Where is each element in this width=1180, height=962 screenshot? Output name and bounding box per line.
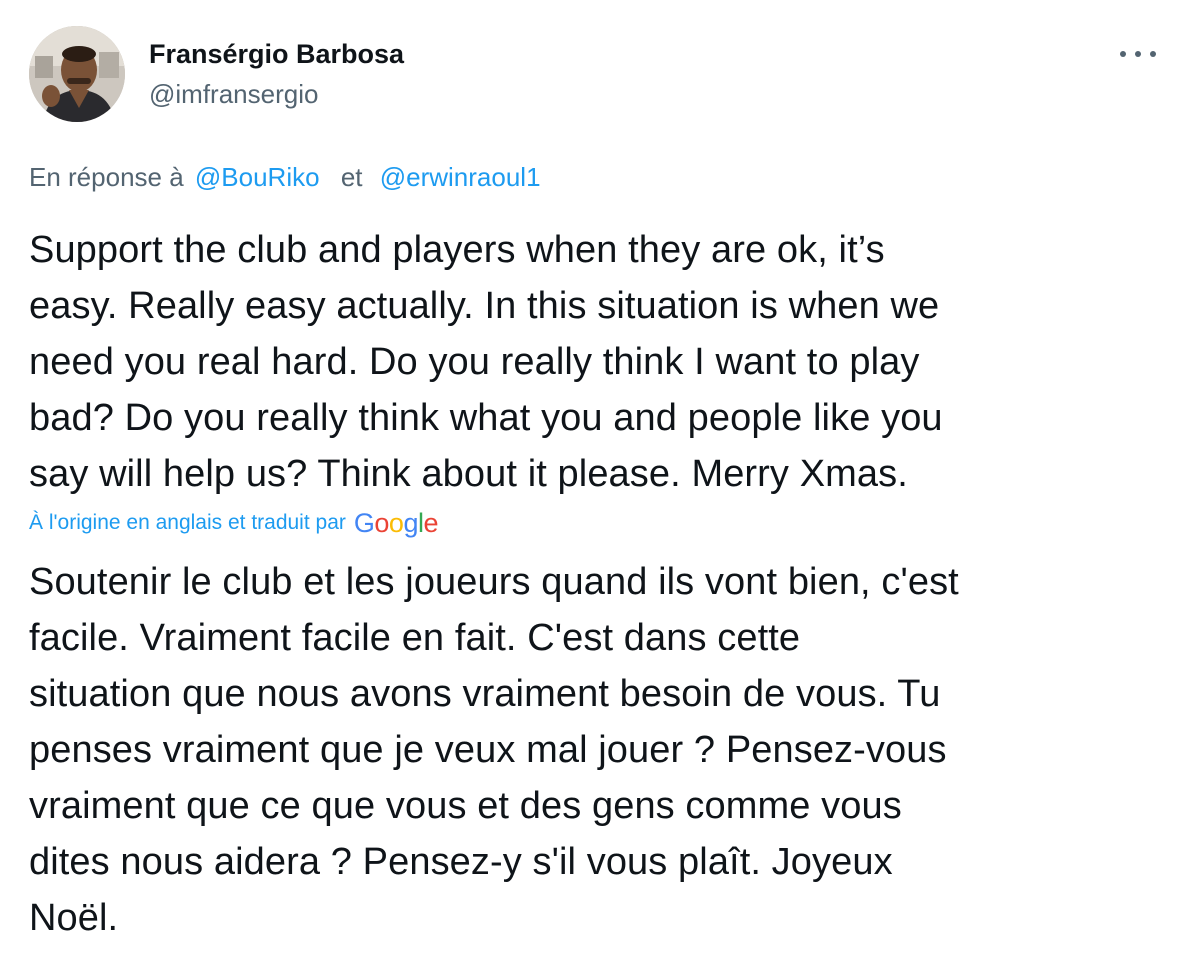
tweet-text: Support the club and players when they a… [29, 222, 1159, 502]
translation-credit-text: À l'origine en anglais et traduit par [29, 511, 346, 534]
reply-context: En réponse à @BouRiko et @erwinraoul1 [29, 160, 541, 194]
translated-text-line: penses vraiment que je veux mal jouer ? … [29, 729, 947, 771]
google-logo: Google [353, 508, 439, 538]
tweet-text-line: easy. Really easy actually. In this situ… [29, 285, 940, 327]
translated-text-line: facile. Vraiment facile en fait. C'est d… [29, 617, 801, 659]
translation-credit-link[interactable]: À l'origine en anglais et traduit par Go… [29, 506, 439, 540]
more-horizontal-icon [1150, 51, 1156, 57]
translated-text-line: situation que nous avons vraiment besoin… [29, 673, 941, 715]
mention-link-erwinraoul1[interactable]: @erwinraoul1 [380, 162, 541, 192]
translated-text-line: Noël. [29, 897, 119, 939]
translated-text-line: vraiment que ce que vous et des gens com… [29, 785, 902, 827]
author-avatar[interactable] [29, 26, 125, 122]
author-name[interactable]: Fransérgio Barbosa [149, 38, 404, 70]
reply-connector: et [340, 162, 363, 192]
tweet-text-line: Support the club and players when they a… [29, 229, 885, 271]
reply-prefix: En réponse à [29, 162, 184, 192]
tweet-text-line: say will help us? Think about it please.… [29, 453, 908, 495]
user-avatar-icon [29, 26, 125, 122]
more-options-button[interactable] [1118, 38, 1158, 70]
tweet: Fransérgio Barbosa @imfransergio En répo… [0, 0, 1180, 962]
mention-link-bouriko[interactable]: @BouRiko [195, 162, 320, 192]
tweet-text-line: need you real hard. Do you really think … [29, 341, 920, 383]
translated-text-line: dites nous aidera ? Pensez-y s'il vous p… [29, 841, 893, 883]
translated-text-line: Soutenir le club et les joueurs quand il… [29, 561, 959, 603]
more-horizontal-icon [1120, 51, 1126, 57]
author-handle[interactable]: @imfransergio [149, 78, 318, 110]
translated-text: Soutenir le club et les joueurs quand il… [29, 554, 1159, 946]
more-horizontal-icon [1135, 51, 1141, 57]
tweet-text-line: bad? Do you really think what you and pe… [29, 397, 943, 439]
